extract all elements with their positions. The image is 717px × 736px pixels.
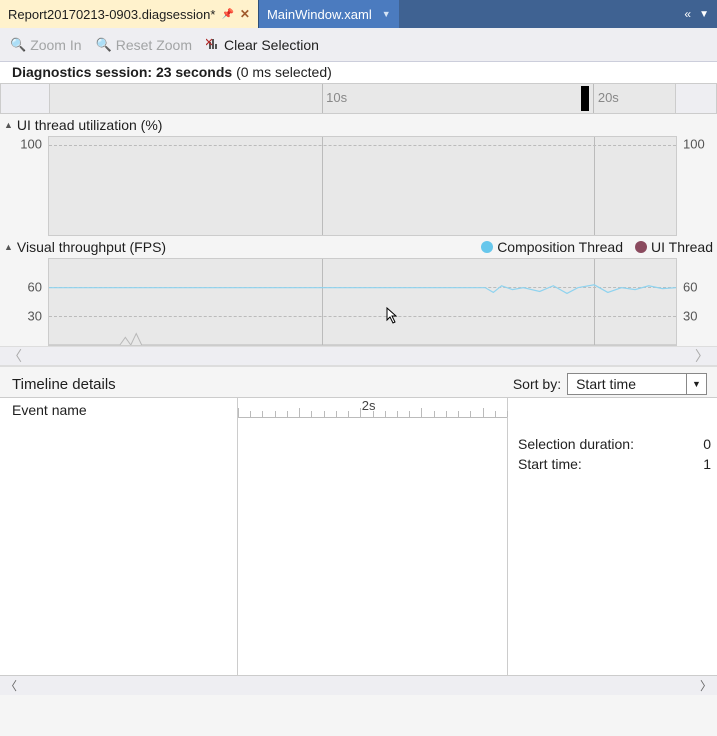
playhead-marker[interactable] (581, 86, 589, 111)
chart-ui-thread[interactable]: 100 100 (0, 136, 717, 236)
dropdown-icon[interactable]: ▼ (699, 9, 709, 20)
mini-ruler[interactable]: 2s (238, 398, 507, 418)
column-event-name: Event name (0, 398, 238, 675)
legend-swatch-icon (481, 241, 493, 253)
y-tick: 30 (28, 309, 42, 324)
pin-icon[interactable]: 📌 (221, 9, 233, 20)
prop-start-time: Start time: 1 (518, 454, 711, 474)
prop-label: Selection duration: (518, 436, 634, 452)
timeline-ruler[interactable]: 10s20s (0, 84, 717, 114)
panel-ui-thread: ▲ UI thread utilization (%) 100 100 (0, 114, 717, 236)
prop-label: Start time: (518, 456, 582, 472)
tab-label: Report20170213-0903.diagsession* (8, 7, 215, 22)
y-tick: 100 (683, 137, 705, 152)
scroll-left-icon[interactable]: 〈 (0, 677, 22, 694)
panel-visual-throughput: ▲ Visual throughput (FPS) Composition Th… (0, 236, 717, 346)
session-duration: 23 seconds (156, 64, 232, 80)
chart-fps[interactable]: 60 30 60 30 (0, 258, 717, 346)
sort-by-label: Sort by: (513, 376, 561, 392)
details-title: Timeline details (12, 376, 116, 393)
tab-label: MainWindow.xaml (267, 7, 372, 22)
chevron-down-icon: ▼ (382, 9, 391, 19)
sort-by-select[interactable]: Start time ▼ (567, 373, 707, 395)
clear-selection-button[interactable]: Clear Selection (206, 36, 319, 53)
scroll-left-icon[interactable]: 〈 (8, 346, 22, 366)
clear-selection-icon (206, 36, 220, 53)
legend-composition: Composition Thread (481, 239, 623, 255)
scrollbar-track[interactable] (22, 678, 695, 694)
bottom-scrollbar[interactable]: 〈 〉 (0, 675, 717, 695)
panel-header-ui-thread[interactable]: ▲ UI thread utilization (%) (0, 114, 717, 136)
panel-title: Visual throughput (FPS) (17, 239, 166, 255)
reset-zoom-button[interactable]: 🔍 Reset Zoom (96, 37, 192, 53)
zoom-reset-icon: 🔍 (96, 37, 112, 53)
session-selected: (0 ms selected) (232, 64, 332, 80)
prop-selection-duration: Selection duration: 0 (518, 434, 711, 454)
zoom-in-label: Zoom In (30, 37, 81, 53)
sort-by-value: Start time (568, 376, 686, 392)
tabbar-overflow: « ▼ (676, 0, 717, 28)
collapse-icon[interactable]: ▲ (4, 120, 13, 130)
zoom-in-button[interactable]: 🔍 Zoom In (10, 37, 82, 53)
legend-ui-thread: UI Thread (635, 239, 713, 255)
tab-mainwindow[interactable]: MainWindow.xaml ▼ (258, 0, 399, 28)
toolbar: 🔍 Zoom In 🔍 Reset Zoom Clear Selection (0, 28, 717, 62)
session-header: Diagnostics session: 23 seconds (0 ms se… (0, 62, 717, 84)
prop-value: 0 (703, 436, 711, 452)
event-name-header: Event name (0, 398, 237, 422)
session-prefix: Diagnostics session: (12, 64, 156, 80)
column-properties: Selection duration: 0 Start time: 1 (508, 398, 717, 675)
chevron-down-icon[interactable]: ▼ (686, 374, 706, 394)
chart-scroll-row: 〈 〉 (0, 346, 717, 366)
prop-value: 1 (703, 456, 711, 472)
clear-selection-label: Clear Selection (224, 37, 319, 53)
legend-label: UI Thread (651, 239, 713, 255)
collapse-icon[interactable]: ▲ (4, 242, 13, 252)
y-tick: 30 (683, 309, 697, 324)
tab-bar: Report20170213-0903.diagsession* 📌 ✕ Mai… (0, 0, 717, 28)
tab-active-report[interactable]: Report20170213-0903.diagsession* 📌 ✕ (0, 0, 258, 28)
details-toolbar: Timeline details Sort by: Start time ▼ (0, 366, 717, 397)
scroll-right-icon[interactable]: 〉 (695, 677, 717, 694)
column-timeline[interactable]: 2s (238, 398, 508, 675)
zoom-in-icon: 🔍 (10, 37, 26, 53)
close-icon[interactable]: ✕ (240, 7, 250, 21)
y-tick: 60 (28, 280, 42, 295)
scroll-right-icon[interactable]: 〉 (695, 346, 709, 366)
y-tick: 100 (20, 137, 42, 152)
details-body: Event name 2s Selection duration: 0 Star… (0, 397, 717, 675)
panel-title: UI thread utilization (%) (17, 117, 163, 133)
panel-header-fps[interactable]: ▲ Visual throughput (FPS) Composition Th… (0, 236, 717, 258)
y-tick: 60 (683, 280, 697, 295)
reset-zoom-label: Reset Zoom (116, 37, 192, 53)
legend-swatch-icon (635, 241, 647, 253)
legend-label: Composition Thread (497, 239, 623, 255)
overflow-icon[interactable]: « (684, 7, 691, 21)
